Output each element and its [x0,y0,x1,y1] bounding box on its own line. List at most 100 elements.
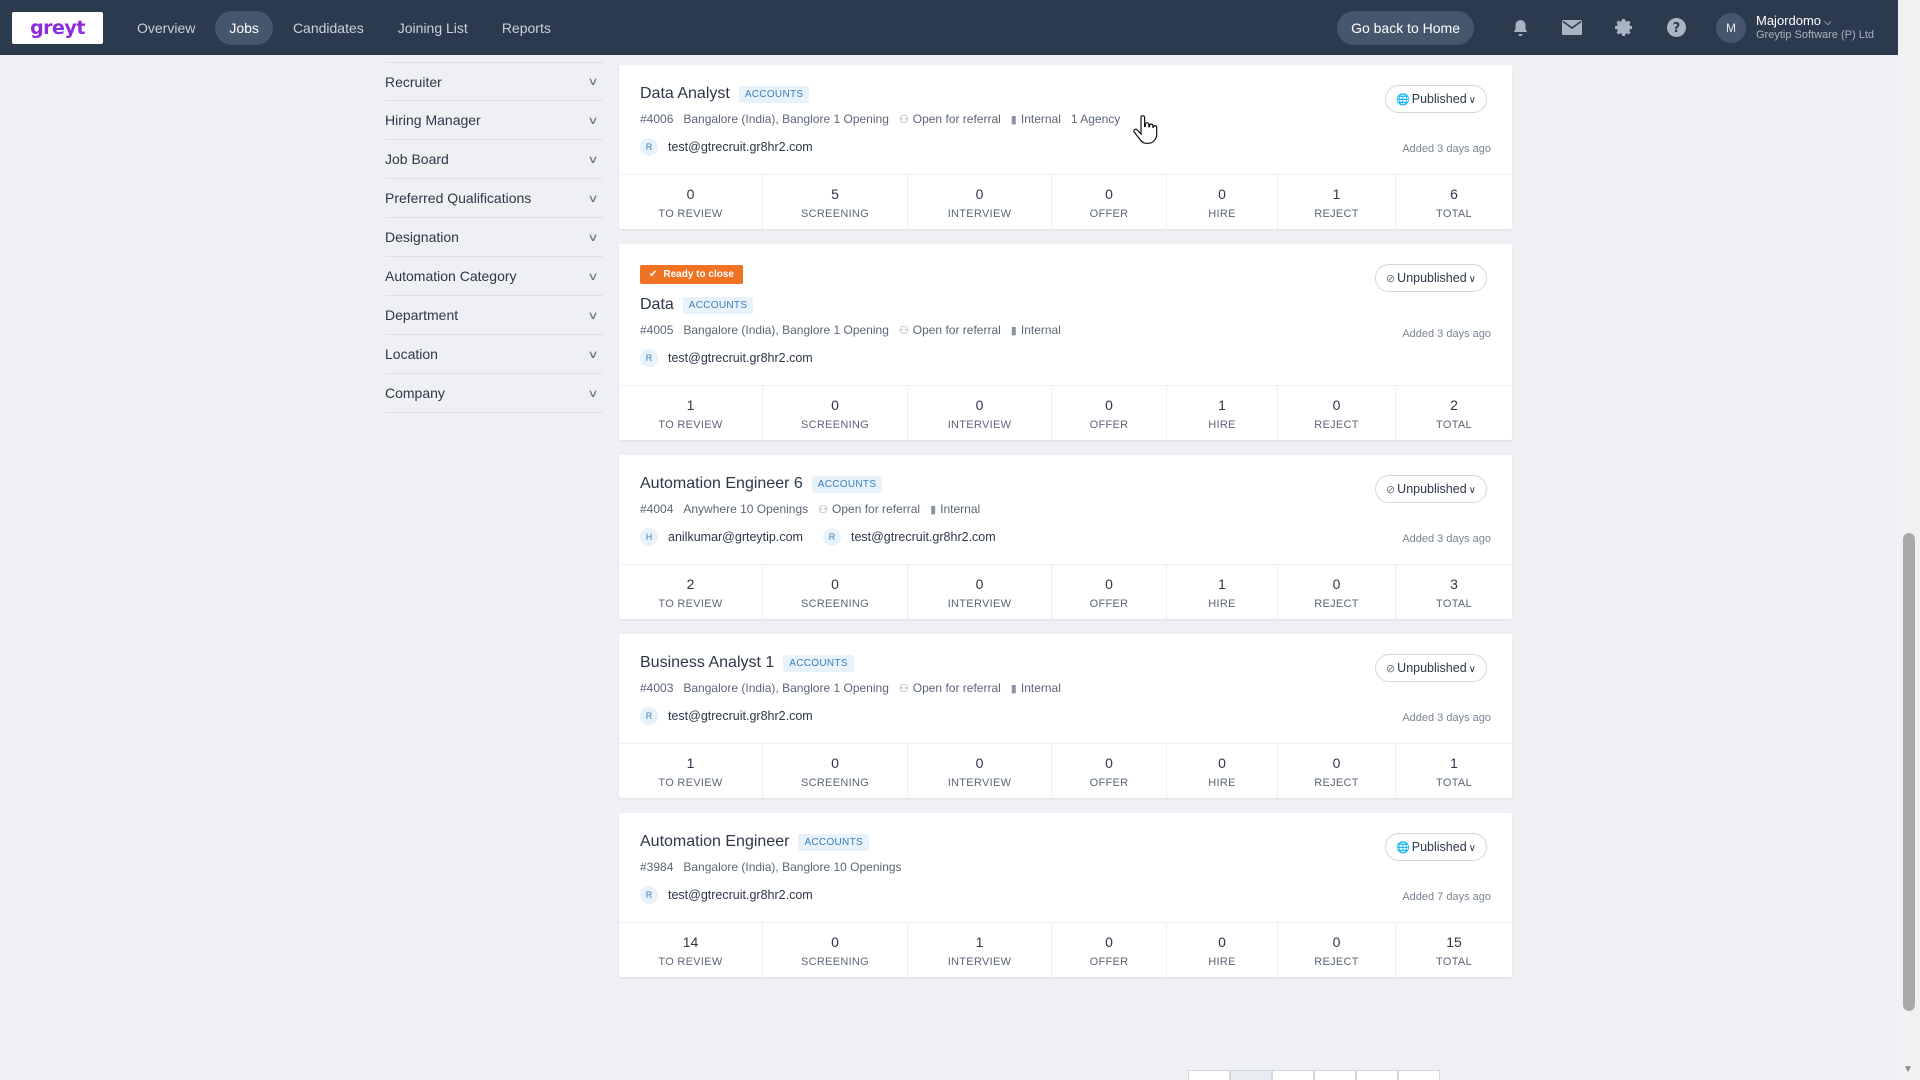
avatar[interactable]: M [1716,12,1746,43]
stat-cell[interactable]: 3 TOTAL [1396,565,1512,619]
added-date: Added 3 days ago [1402,712,1491,724]
chevron-down-icon: ∨ [587,309,599,322]
nav-joining-list[interactable]: Joining List [384,11,482,45]
filter-department[interactable]: Department ∨ [385,296,603,335]
job-title[interactable]: Automation Engineer 6 [640,475,803,493]
stat-cell[interactable]: 0 INTERVIEW [908,175,1052,229]
go-back-home-button[interactable]: Go back to Home [1337,10,1474,45]
filter-company[interactable]: Company ∨ [385,374,603,413]
job-title[interactable]: Automation Engineer [640,833,789,851]
stat-cell[interactable]: 5 SCREENING [763,175,908,229]
stat-cell[interactable]: 0 OFFER [1052,175,1167,229]
filter-automation-category[interactable]: Automation Category ∨ [385,257,603,296]
stat-cell[interactable]: 0 TO REVIEW [619,175,763,229]
stat-cell[interactable]: 0 HIRE [1167,175,1278,229]
stat-cell[interactable]: 2 TO REVIEW [619,565,763,619]
nav-jobs[interactable]: Jobs [215,10,273,45]
filter-label: Hiring Manager [385,112,481,128]
scrollbar[interactable]: ▼ [1898,0,1920,1080]
stat-cell[interactable]: 0 HIRE [1167,744,1278,798]
stat-count: 1 [975,934,984,950]
gear-icon[interactable] [1598,18,1650,37]
user-menu[interactable]: Majordomo ⌵ Greytip Software (P) Ltd [1756,13,1874,42]
stat-cell[interactable]: 1 INTERVIEW [908,923,1052,977]
stat-cell[interactable]: 0 OFFER [1052,565,1167,619]
job-title[interactable]: Data [640,296,674,314]
stat-cell[interactable]: 0 HIRE [1167,923,1278,977]
publish-status-dropdown[interactable]: ⊘ Unpublished ∨ [1374,264,1487,292]
stat-label: OFFER [1089,956,1129,968]
pagination-button[interactable] [1314,1070,1356,1080]
pagination-button[interactable] [1356,1070,1398,1080]
publish-status-dropdown[interactable]: ⊘ Unpublished ∨ [1374,654,1487,682]
stat-cell[interactable]: 1 TOTAL [1396,744,1512,798]
pagination-button[interactable] [1188,1070,1230,1080]
publish-status-dropdown[interactable]: 🌐 Published ∨ [1385,85,1487,113]
publish-status-dropdown[interactable]: 🌐 Published ∨ [1385,833,1487,861]
recruiter-list: Rtest@gtrecruit.gr8hr2.com [640,349,1491,367]
chevron-down-icon: ∨ [587,76,599,88]
filter-location[interactable]: Location ∨ [385,335,603,374]
stat-label: TOTAL [1436,208,1472,220]
stat-cell[interactable]: 0 REJECT [1278,744,1396,798]
publish-status-dropdown[interactable]: ⊘ Unpublished ∨ [1374,475,1487,503]
nav-candidates[interactable]: Candidates [279,11,378,45]
stat-cell[interactable]: 1 TO REVIEW [619,386,763,440]
stat-cell[interactable]: 14 TO REVIEW [619,923,763,977]
stat-cell[interactable]: 0 SCREENING [763,386,908,440]
pagination-button[interactable] [1230,1070,1272,1080]
pagination-button[interactable] [1398,1070,1440,1080]
filter-designation[interactable]: Designation ∨ [385,218,603,257]
stat-count: 0 [1218,186,1226,202]
job-meta: #4004 Anywhere 10 Openings ⚇ Open for refer… [640,502,1491,516]
bell-icon[interactable] [1494,19,1546,37]
recruiter-email: test@gtrecruit.gr8hr2.com [668,351,813,365]
filter-preferred-qualifications[interactable]: Preferred Qualifications ∨ [385,179,603,218]
scrollbar-thumb[interactable] [1903,533,1915,1011]
stat-cell[interactable]: 1 HIRE [1167,386,1278,440]
filter-job-board[interactable]: Job Board ∨ [385,140,603,179]
stat-cell[interactable]: 0 OFFER [1052,386,1167,440]
scroll-down-arrow-icon[interactable]: ▼ [1903,1064,1913,1075]
job-card[interactable]: ✔ Ready to close Data ACCOUNTS #4005 Bangalor… [619,244,1512,440]
stat-cell[interactable]: 0 OFFER [1052,744,1167,798]
stat-cell[interactable]: 2 TOTAL [1396,386,1512,440]
chevron-down-icon: ∨ [587,387,599,400]
stat-cell[interactable]: 0 REJECT [1278,565,1396,619]
nav-overview[interactable]: Overview [123,11,209,45]
chevron-down-icon: ∨ [587,114,599,127]
job-card[interactable]: Business Analyst 1 ACCOUNTS #4003 Bangalore… [619,634,1512,798]
stat-cell[interactable]: 6 TOTAL [1396,175,1512,229]
stat-cell[interactable]: 15 TOTAL [1396,923,1512,977]
stat-cell[interactable]: 0 SCREENING [763,565,908,619]
mail-icon[interactable] [1546,20,1598,35]
stat-cell[interactable]: 0 SCREENING [763,744,908,798]
job-location: Bangalore (India), Banglore 10 Openings [683,860,902,874]
stat-cell[interactable]: 1 TO REVIEW [619,744,763,798]
stat-count: 0 [975,576,984,592]
job-title[interactable]: Data Analyst [640,85,730,103]
stat-cell[interactable]: 0 SCREENING [763,923,908,977]
stat-cell[interactable]: 0 INTERVIEW [908,565,1052,619]
job-card[interactable]: Automation Engineer ACCOUNTS #3984 Bangalor… [619,813,1512,977]
stat-cell[interactable]: 0 REJECT [1278,386,1396,440]
help-icon[interactable]: ? [1650,18,1702,37]
stat-cell[interactable]: 0 INTERVIEW [908,744,1052,798]
job-card[interactable]: Automation Engineer 6 ACCOUNTS #4004 Anywhe… [619,455,1512,619]
stat-label: OFFER [1089,419,1129,431]
greytip-logo[interactable]: greyt [12,11,103,44]
stat-cell[interactable]: 1 REJECT [1278,175,1396,229]
job-card[interactable]: Data Analyst ACCOUNTS #4006 Bangalore (Indi… [619,65,1512,229]
filter-recruiter[interactable]: Recruiter ∨ [385,62,603,101]
status-label: Unpublished [1397,271,1467,285]
stat-cell[interactable]: 0 INTERVIEW [908,386,1052,440]
stat-cell[interactable]: 1 HIRE [1167,565,1278,619]
job-title[interactable]: Business Analyst 1 [640,654,774,672]
stat-cell[interactable]: 0 OFFER [1052,923,1167,977]
job-type: ▮ Internal [1010,681,1061,695]
main-nav: Overview Jobs Candidates Joining List Re… [123,10,565,45]
pagination-button[interactable] [1272,1070,1314,1080]
stat-cell[interactable]: 0 REJECT [1278,923,1396,977]
nav-reports[interactable]: Reports [488,11,565,45]
filter-hiring-manager[interactable]: Hiring Manager ∨ [385,101,603,140]
